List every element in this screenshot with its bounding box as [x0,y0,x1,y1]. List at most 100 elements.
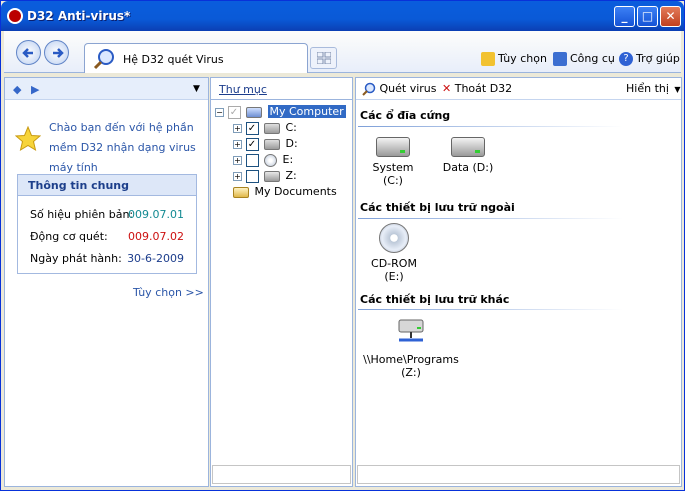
engine-value: 009.07.02 [128,230,184,243]
view-menu-button[interactable]: Hiển thị ▼ [626,82,681,95]
section-divider [358,126,623,127]
general-info-title: Thông tin chung [18,175,196,196]
tab-scan-virus[interactable]: Hệ D32 quét Virus [84,43,308,73]
options-icon [481,52,495,66]
scan-virus-label: Quét virus [379,82,437,95]
expand-icon[interactable]: + [233,123,242,133]
drive-item-cdrom-e[interactable]: CD-ROM (E:) [360,223,428,283]
scan-virus-button[interactable]: Quét virus [362,82,437,96]
arrow-right-icon [53,48,64,58]
release-date-value: 30-6-2009 [127,252,184,265]
info-panel-header: ◆ ▶ ▼ [5,78,208,100]
close-x-icon: ✕ [442,82,452,95]
minimize-button[interactable]: _ [614,6,635,27]
drives-status-bar [357,465,680,484]
forward-button[interactable] [44,40,69,65]
drives-toolbar: Quét virus ✕ Thoát D32 Hiển thị ▼ [356,78,681,100]
app-window: D32 Anti-virus* _ □ ✕ Hệ D32 quét Virus … [0,0,685,491]
help-label: Trợ giúp [636,52,680,65]
hard-drive-icon [264,138,280,150]
title-bar[interactable]: D32 Anti-virus* _ □ ✕ [1,1,684,31]
window-title: D32 Anti-virus* [27,9,131,23]
network-drive-icon [398,319,424,342]
drive-item-network-z[interactable]: \\Home\Programs (Z:) [357,316,465,379]
nav-back-icon[interactable]: ◆ [13,83,21,96]
section-divider [358,309,623,310]
maximize-button[interactable]: □ [637,6,658,27]
drive-label-network-z: \\Home\Programs (Z:) [363,353,459,379]
expand-icon[interactable]: + [233,171,242,181]
app-logo-icon [7,8,23,24]
engine-label: Động cơ quét: [30,230,108,243]
folder-tree-panel: Thư mục − ✓ My Computer + ✓ C: + ✓ D: + … [210,77,353,487]
drive-item-data-d[interactable]: Data (D:) [440,137,496,174]
tab-scan-virus-label: Hệ D32 quét Virus [123,53,224,66]
collapse-icon[interactable]: − [215,107,224,117]
computer-icon [246,106,262,118]
drive-label-data-d: Data (D:) [442,161,494,174]
tree-item-drive-d[interactable]: + ✓ D: [233,136,298,152]
options-label: Tùy chọn [498,52,547,65]
grid-icon [317,52,331,64]
welcome-text: Chào bạn đến với hệ phần mềm D32 nhận dạ… [49,121,196,174]
magnifier-icon [362,82,376,96]
tree-item-drive-c[interactable]: + ✓ C: [233,120,297,136]
section-divider [358,218,623,219]
drive-item-system-c[interactable]: System (C:) [362,137,424,187]
options-menu-button[interactable]: Tùy chọn [481,51,547,67]
tree-label-drive-z: Z: [285,169,297,182]
cd-drive-icon [379,223,409,253]
help-menu-button[interactable]: ? Trợ giúp [619,51,680,67]
expand-icon[interactable]: + [233,155,242,165]
tree-item-drive-e[interactable]: + E: [233,152,293,168]
tab-grid-view[interactable] [310,47,337,69]
info-panel: ◆ ▶ ▼ Chào bạn đến với hệ phần mềm D32 n… [4,77,209,487]
section-title-other-storage: Các thiết bị lưu trữ khác [360,293,510,306]
drive-label-cdrom-e: CD-ROM (E:) [371,257,417,283]
tree-item-drive-z[interactable]: + Z: [233,168,297,184]
checkbox-drive-e[interactable] [245,153,259,167]
star-icon [15,126,41,152]
exit-d32-label: Thoát D32 [454,82,513,95]
release-date-label: Ngày phát hành: [30,252,122,265]
magnifier-icon [93,49,114,70]
exit-d32-button[interactable]: ✕ Thoát D32 [442,82,512,95]
tools-icon [553,52,567,66]
section-title-hard-drives: Các ổ đĩa cứng [360,109,451,122]
tree-label-my-documents: My Documents [254,185,337,198]
tree-label-drive-e: E: [282,153,294,166]
options-link[interactable]: Tùy chọn >> [133,286,204,299]
nav-forward-icon[interactable]: ▶ [31,83,39,96]
tools-menu-button[interactable]: Công cụ [553,51,615,67]
network-drive-icon [264,170,280,182]
folder-icon [233,186,249,198]
view-menu-label: Hiển thị [626,82,669,95]
close-button[interactable]: ✕ [660,6,681,27]
tree-status-bar [212,465,351,484]
version-label: Số hiệu phiên bản: [30,208,134,221]
tree-item-my-documents[interactable]: My Documents [231,184,337,200]
tree-label-my-computer: My Computer [267,105,346,118]
help-icon: ? [619,52,633,66]
toolbar: Hệ D32 quét Virus Tùy chọn Công cụ ? Trợ … [4,31,681,73]
back-button[interactable] [16,40,41,65]
folder-tree-header[interactable]: Thư mục [211,78,352,100]
tools-label: Công cụ [570,52,615,65]
arrow-left-icon [22,48,33,58]
hard-drive-icon [264,122,280,134]
cd-drive-icon [264,153,277,167]
checkbox-drive-d[interactable]: ✓ [245,137,259,151]
drive-label-system-c: System (C:) [372,161,414,187]
expand-icon[interactable]: + [233,139,242,149]
chevron-down-icon: ▼ [674,85,681,94]
hard-drive-icon [451,137,485,157]
checkbox-drive-c[interactable]: ✓ [245,121,259,135]
tree-label-drive-c: C: [285,121,297,134]
section-title-external-storage: Các thiết bị lưu trữ ngoài [360,201,515,214]
tree-label-drive-d: D: [285,137,298,150]
tree-item-my-computer[interactable]: − ✓ My Computer [215,104,346,120]
chevron-down-icon[interactable]: ▼ [193,84,200,94]
drives-panel: Quét virus ✕ Thoát D32 Hiển thị ▼ Các ổ … [355,77,682,487]
checkbox-drive-z[interactable] [245,169,259,183]
checkbox-my-computer[interactable]: ✓ [227,105,241,119]
